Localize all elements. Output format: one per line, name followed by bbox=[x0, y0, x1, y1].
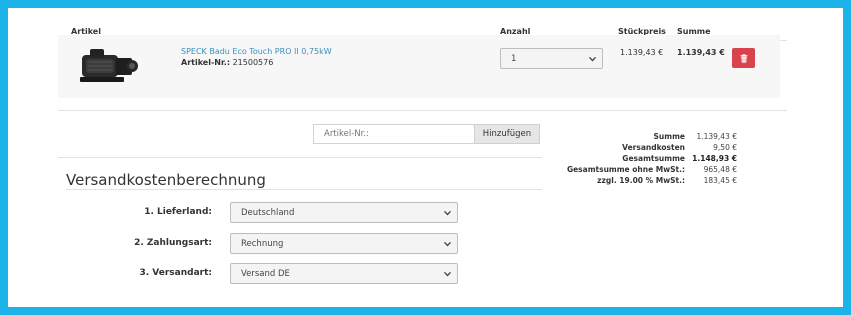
quantity-value: 1 bbox=[511, 53, 517, 64]
summary-label-subtotal: Summe bbox=[653, 132, 685, 141]
product-name-link[interactable]: SPECK Badu Eco Touch PRO II 0,75kW bbox=[181, 47, 332, 56]
delete-button[interactable] bbox=[732, 48, 755, 68]
form-divider-top bbox=[58, 157, 542, 158]
summary-value-shipping: 9,50 € bbox=[713, 143, 737, 152]
unit-price: 1.139,43 € bbox=[620, 48, 664, 57]
summary-value-vat: 183,45 € bbox=[703, 176, 737, 185]
cart-row bbox=[58, 35, 780, 98]
chevron-down-icon bbox=[589, 56, 596, 61]
shipping-method-value: Versand DE bbox=[241, 268, 290, 279]
summary-value-subtotal: 1.139,43 € bbox=[696, 132, 737, 141]
summary-value-grand-total: 1.148,93 € bbox=[692, 154, 737, 163]
shipping-method-select[interactable]: Versand DE bbox=[230, 263, 458, 284]
product-sku: Artikel-Nr.: 21500576 bbox=[181, 58, 273, 67]
sku-input[interactable] bbox=[313, 124, 475, 144]
country-select[interactable]: Deutschland bbox=[230, 202, 458, 223]
sku-label: Artikel-Nr.: bbox=[181, 58, 231, 67]
trash-icon bbox=[740, 53, 747, 63]
summary-label-vat: zzgl. 19.00 % MwSt.: bbox=[597, 176, 685, 185]
shipping-method-label: 3. Versandart: bbox=[139, 268, 212, 278]
chevron-down-icon bbox=[444, 210, 451, 215]
summary-label-shipping: Versandkosten bbox=[622, 143, 685, 152]
summary-label-net: Gesamtsumme ohne MwSt.: bbox=[566, 165, 685, 174]
country-label: 1. Lieferland: bbox=[144, 207, 212, 217]
sku-value: 21500576 bbox=[232, 58, 274, 67]
chevron-down-icon bbox=[444, 271, 451, 276]
chevron-down-icon bbox=[444, 241, 451, 246]
quantity-select[interactable]: 1 bbox=[500, 48, 603, 69]
row-divider bbox=[58, 110, 787, 111]
summary-label-grand-total: Gesamtsumme bbox=[622, 154, 685, 163]
shipping-section-title: Versandkostenberechnung bbox=[66, 171, 266, 189]
country-value: Deutschland bbox=[241, 207, 295, 218]
payment-label: 2. Zahlungsart: bbox=[134, 238, 212, 248]
payment-select[interactable]: Rechnung bbox=[230, 233, 458, 254]
section-title-divider bbox=[66, 189, 542, 190]
payment-value: Rechnung bbox=[241, 238, 284, 249]
line-total: 1.139,43 € bbox=[677, 48, 725, 57]
product-image[interactable] bbox=[76, 40, 142, 90]
summary-value-net: 965,48 € bbox=[703, 165, 737, 174]
